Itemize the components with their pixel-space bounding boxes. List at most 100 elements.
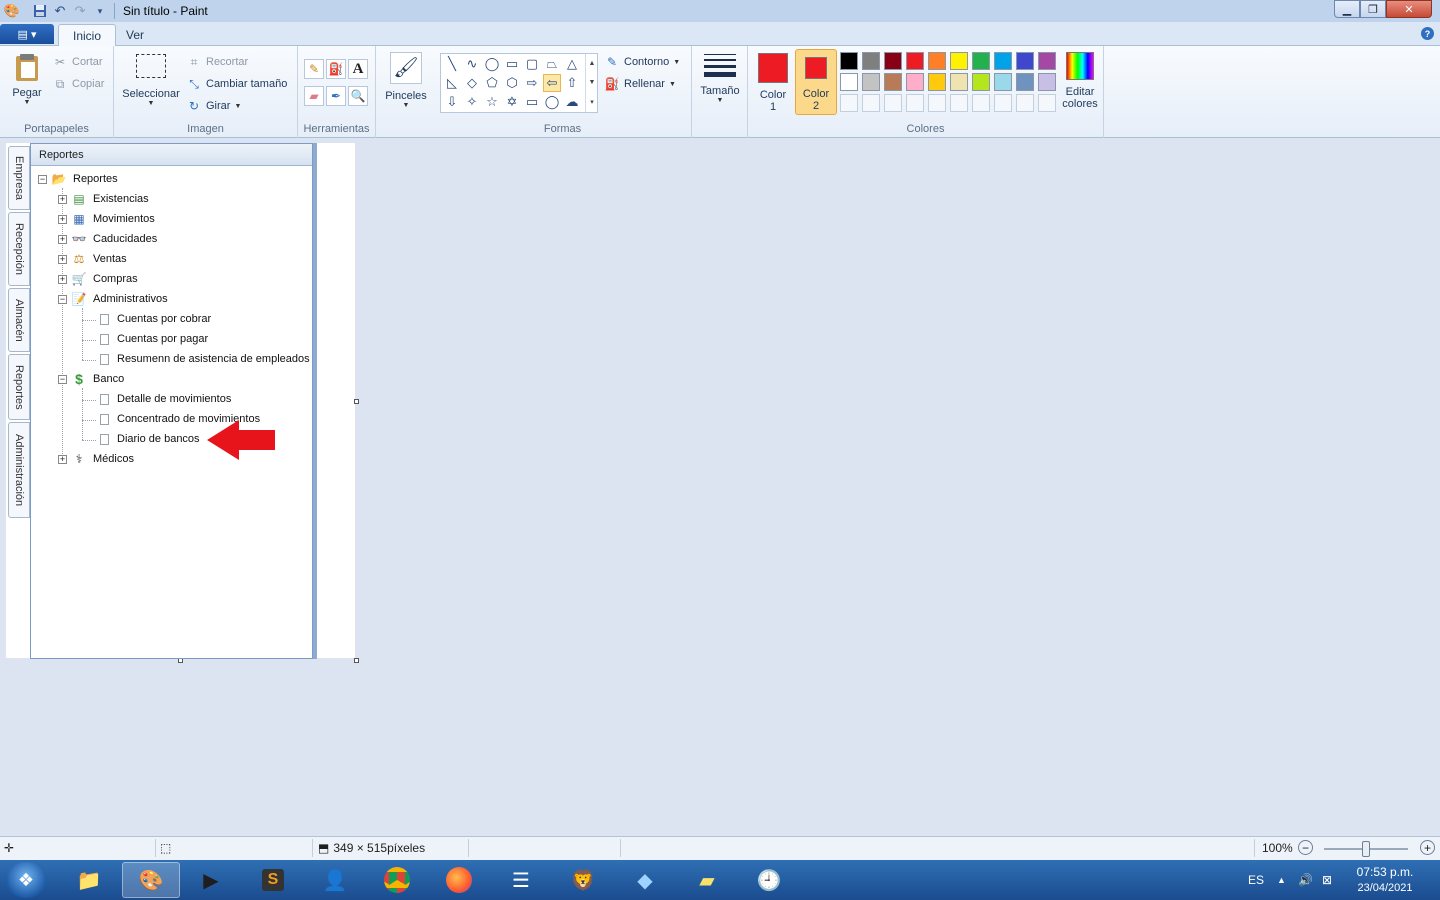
palette-swatch[interactable] [1016, 73, 1034, 91]
collapse-icon[interactable]: − [38, 174, 47, 184]
taskbar-user-app[interactable]: 👤 [306, 862, 364, 898]
palette-swatch[interactable] [884, 73, 902, 91]
zoom-in-icon[interactable]: + [1420, 840, 1435, 855]
four-point-star-shape-icon[interactable]: ✧ [463, 93, 481, 111]
palette-swatch[interactable] [950, 73, 968, 91]
scroll-down-icon[interactable]: ▼ [589, 79, 596, 86]
triangle-shape-icon[interactable]: △ [563, 55, 581, 73]
collapse-icon[interactable]: − [58, 374, 67, 384]
palette-swatch-empty[interactable] [862, 94, 880, 112]
tree-item-compras[interactable]: + 🛒 Compras [58, 270, 138, 288]
palette-swatch-empty[interactable] [950, 94, 968, 112]
color2-button[interactable]: Color 2 [795, 49, 837, 115]
minimize-button[interactable]: ▁ [1334, 0, 1360, 18]
vtab-reportes[interactable]: Reportes [8, 354, 30, 420]
editar-colores-button[interactable]: Editar colores [1058, 52, 1102, 110]
six-point-star-shape-icon[interactable]: ✡ [503, 93, 521, 111]
cambiar-tamano-button[interactable]: ⤡ Cambiar tamaño [186, 76, 287, 92]
pentagon-shape-icon[interactable]: ⬠ [483, 74, 501, 92]
expand-icon[interactable]: + [58, 454, 67, 464]
color1-button[interactable]: Color 1 [754, 50, 792, 118]
tree-leaf-cuentas-por-pagar[interactable]: Cuentas por pagar [100, 330, 208, 348]
color-picker-tool[interactable]: ✒ [326, 86, 346, 106]
rellenar-button[interactable]: ⛽ Rellenar ▼ [604, 76, 676, 92]
show-hidden-icons[interactable]: ▲ [1277, 860, 1286, 900]
palette-swatch-empty[interactable] [906, 94, 924, 112]
rect-callout-shape-icon[interactable]: ▭ [523, 93, 541, 111]
palette-swatch[interactable] [884, 52, 902, 70]
tree-item-medicos[interactable]: + ⚕ Médicos [58, 450, 134, 468]
palette-swatch[interactable] [950, 52, 968, 70]
collapse-icon[interactable]: − [58, 294, 67, 304]
maximize-button[interactable]: ❐ [1360, 0, 1386, 18]
palette-swatch[interactable] [840, 73, 858, 91]
tab-ver[interactable]: Ver [112, 24, 158, 46]
resize-handle-right[interactable] [354, 399, 359, 404]
five-point-star-shape-icon[interactable]: ☆ [483, 93, 501, 111]
volume-icon[interactable]: 🔊 [1298, 860, 1313, 900]
tree-item-existencias[interactable]: + ▤ Existencias [58, 190, 149, 208]
tree-leaf-cuentas-por-cobrar[interactable]: Cuentas por cobrar [100, 310, 211, 328]
taskbar-explorer[interactable]: 📁 [60, 862, 118, 898]
close-button[interactable]: ✕ [1386, 0, 1432, 18]
palette-swatch-empty[interactable] [840, 94, 858, 112]
paint-menu-button[interactable]: ▤ ▾ [0, 24, 54, 44]
pencil-tool[interactable]: ✎ [304, 59, 324, 79]
palette-swatch[interactable] [862, 52, 880, 70]
taskbar-chrome[interactable] [368, 862, 426, 898]
hexagon-shape-icon[interactable]: ⬡ [503, 74, 521, 92]
palette-swatch-empty[interactable] [1038, 94, 1056, 112]
redo-icon[interactable]: ↷ [72, 3, 88, 19]
down-arrow-shape-icon[interactable]: ⇩ [443, 93, 461, 111]
polygon-shape-icon[interactable]: ⏢ [543, 55, 561, 73]
vtab-administracion[interactable]: Administración [8, 422, 30, 518]
girar-button[interactable]: ↻ Girar ▼ [186, 98, 241, 114]
palette-swatch[interactable] [994, 73, 1012, 91]
line-shape-icon[interactable]: ╲ [443, 55, 461, 73]
palette-swatch[interactable] [906, 52, 924, 70]
shapes-gallery[interactable]: ╲ ∿ ◯ ▭ ▢ ⏢ △ ◺ ◇ ⬠ ⬡ ⇨ ⇦ ⇧ ⇩ ✧ ☆ ✡ ▭ ◯ … [440, 53, 598, 113]
palette-swatch[interactable] [862, 73, 880, 91]
recortar-button[interactable]: ⌗ Recortar [186, 54, 249, 70]
tree-item-movimientos[interactable]: + ▦ Movimientos [58, 210, 155, 228]
undo-icon[interactable]: ↶ [52, 3, 68, 19]
right-arrow-shape-icon[interactable]: ⇨ [523, 74, 541, 92]
vtab-recepcion[interactable]: Recepción [8, 212, 30, 286]
tree-item-ventas[interactable]: + ⚖ Ventas [58, 250, 127, 268]
palette-swatch-empty[interactable] [994, 94, 1012, 112]
tree-item-banco[interactable]: − $ Banco [58, 370, 124, 388]
palette-swatch[interactable] [928, 73, 946, 91]
shapes-scroll[interactable]: ▲ ▼ ▾ [585, 54, 598, 112]
tree-leaf-diario-bancos[interactable]: Diario de bancos [100, 430, 200, 448]
palette-swatch-empty[interactable] [1016, 94, 1034, 112]
oval-callout-shape-icon[interactable]: ◯ [543, 93, 561, 111]
zoom-slider-thumb[interactable] [1362, 841, 1370, 857]
up-arrow-shape-icon[interactable]: ⇧ [563, 74, 581, 92]
expand-icon[interactable]: + [58, 254, 67, 264]
tab-inicio[interactable]: Inicio [58, 24, 117, 46]
copiar-button[interactable]: ⧉ Copiar [52, 76, 105, 92]
palette-swatch[interactable] [994, 52, 1012, 70]
taskbar-firefox[interactable] [430, 862, 488, 898]
tamano-button[interactable]: Tamaño ▼ [696, 52, 744, 104]
magnifier-tool[interactable]: 🔍 [348, 86, 368, 106]
expand-icon[interactable]: + [58, 234, 67, 244]
tree-root[interactable]: − 📂 Reportes [38, 170, 118, 188]
customize-quick-access-icon[interactable]: ▾ [92, 3, 108, 19]
zoom-out-icon[interactable]: − [1298, 840, 1313, 855]
cortar-button[interactable]: ✂ Cortar [52, 54, 103, 70]
palette-swatch-empty[interactable] [972, 94, 990, 112]
tree-item-caducidades[interactable]: + 👓 Caducidades [58, 230, 157, 248]
palette-swatch[interactable] [906, 73, 924, 91]
taskbar-brave[interactable]: 🦁 [554, 862, 612, 898]
save-icon[interactable] [32, 3, 48, 19]
palette-swatch-empty[interactable] [928, 94, 946, 112]
fill-tool[interactable]: ⛽ [326, 59, 346, 79]
taskbar-app-blue[interactable]: ◆ [616, 862, 674, 898]
pegar-button[interactable]: Pegar ▼ [8, 52, 46, 106]
expand-icon[interactable]: + [58, 194, 67, 204]
resize-handle-corner[interactable] [354, 658, 359, 663]
palette-swatch[interactable] [1038, 73, 1056, 91]
vtab-almacen[interactable]: Almacén [8, 288, 30, 352]
rounded-rectangle-shape-icon[interactable]: ▢ [523, 55, 541, 73]
